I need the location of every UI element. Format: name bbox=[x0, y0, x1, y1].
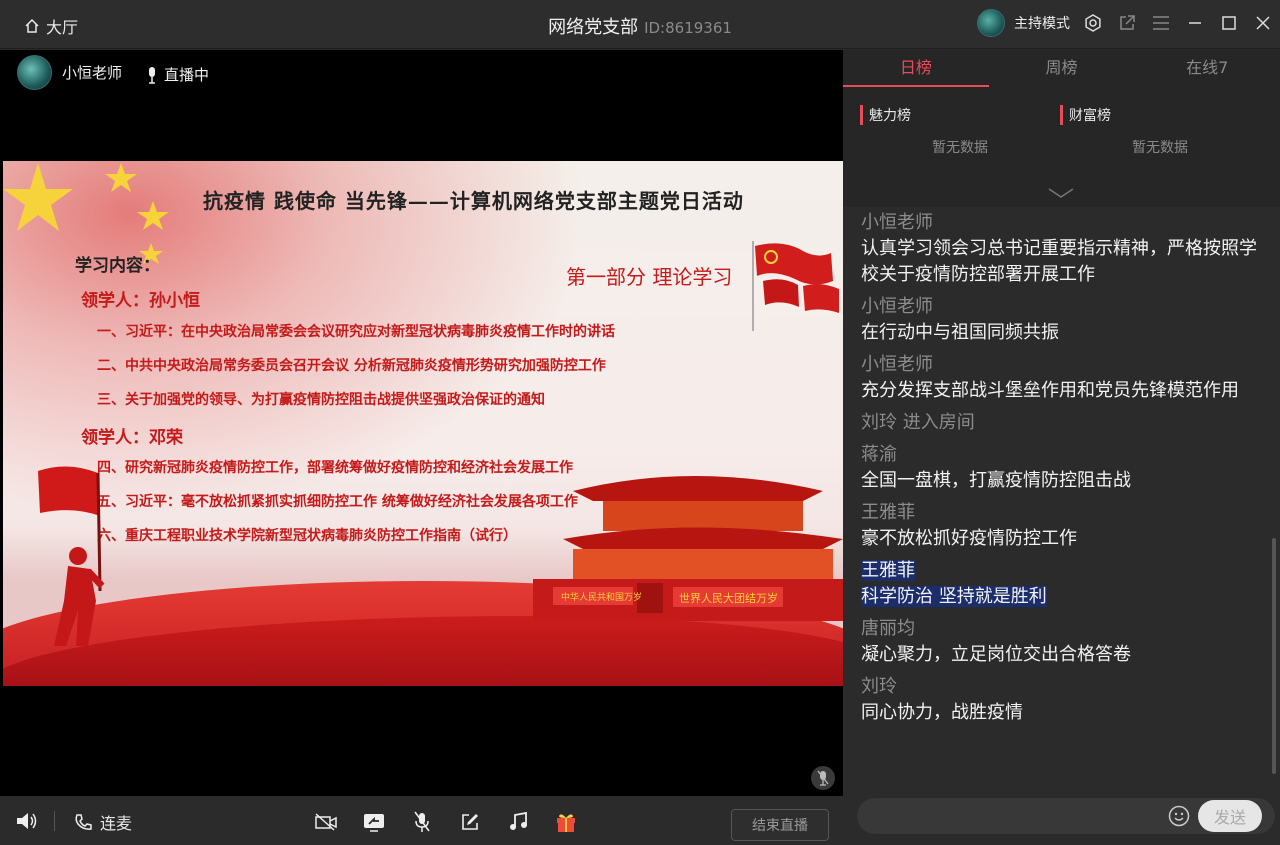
wealth-rank-empty: 暂无数据 bbox=[1132, 140, 1188, 156]
slide-item-6: 六、重庆工程职业技术学院新型冠状病毒肺炎防控工作指南（试行） bbox=[97, 528, 517, 544]
study-heading: 学习内容： bbox=[75, 256, 160, 276]
slide-item-5: 五、习近平：毫不放松抓紧抓实抓细防控工作 统筹做好经济社会发展各项工作 bbox=[97, 494, 578, 510]
maximize-icon[interactable] bbox=[1218, 12, 1240, 34]
part-title: 第一部分 理论学习 bbox=[566, 265, 733, 289]
close-icon[interactable] bbox=[1252, 12, 1274, 34]
chat-message: 刘玲 同心协力，战胜疫情 bbox=[861, 674, 1261, 726]
presenter-info[interactable]: 小恒老师 bbox=[17, 55, 122, 90]
lianmai-label: 连麦 bbox=[100, 814, 133, 833]
party-flags-decoration bbox=[752, 241, 839, 331]
presenter-avatar bbox=[17, 55, 52, 90]
live-status-label: 直播中 bbox=[164, 66, 210, 84]
host-mode-indicator[interactable]: 主持模式 bbox=[977, 9, 1070, 37]
flag-bearer-figure bbox=[38, 466, 105, 646]
chat-username: 王雅菲 bbox=[861, 502, 915, 523]
tab-weekly[interactable]: 周榜 bbox=[989, 50, 1135, 87]
live-status: 直播中 bbox=[146, 64, 209, 85]
microphone-icon bbox=[149, 66, 155, 84]
chat-message-selected: 王雅菲 科学防治 坚持就是胜利 bbox=[861, 558, 1261, 610]
right-panel: 日榜 周榜 在线7 魅力榜 暂无数据 财富榜 暂无数据 小恒老师 认真学习领会习… bbox=[843, 50, 1280, 845]
emoji-icon[interactable] bbox=[1168, 805, 1190, 827]
bottom-toolbar: 连麦 结束直播 bbox=[0, 797, 843, 845]
chat-event: 刘玲 进入房间 bbox=[861, 412, 975, 433]
chat-scrollbar[interactable] bbox=[1272, 538, 1276, 774]
charm-rank: 魅力榜 暂无数据 bbox=[860, 105, 1060, 157]
wealth-rank-label: 财富榜 bbox=[1069, 108, 1111, 124]
chat-text: 科学防治 坚持就是胜利 bbox=[861, 586, 1047, 607]
slide-item-3: 三、关于加强党的领导、为打赢疫情防控阻击战提供坚强政治保证的通知 bbox=[97, 392, 545, 408]
charm-rank-empty: 暂无数据 bbox=[932, 140, 988, 156]
phone-icon bbox=[75, 814, 92, 830]
lianmai-button[interactable]: 连麦 bbox=[74, 810, 132, 834]
menu-icon[interactable] bbox=[1150, 12, 1172, 34]
microphone-off-icon[interactable] bbox=[410, 810, 434, 834]
slide-item-2: 二、中共中央政治局常务委员会召开会议 分析新冠肺炎疫情形势研究加强防控工作 bbox=[97, 358, 606, 374]
leader-2: 领学人：邓荣 bbox=[81, 428, 183, 448]
chat-text: 认真学习领会习总书记重要指示精神，严格按照学校关于疫情防控部署开展工作 bbox=[861, 238, 1257, 285]
home-icon bbox=[25, 18, 39, 33]
mic-muted-icon[interactable] bbox=[811, 766, 835, 790]
presenter-name: 小恒老师 bbox=[62, 64, 123, 82]
gift-icon[interactable] bbox=[554, 810, 578, 834]
chat-username: 小恒老师 bbox=[861, 296, 933, 317]
rank-tabs: 日榜 周榜 在线7 bbox=[843, 50, 1280, 87]
title-bar: 大厅 网络党支部 ID:8619361 主持模式 bbox=[0, 0, 1280, 49]
chat-username: 王雅菲 bbox=[861, 560, 915, 581]
host-avatar bbox=[977, 9, 1005, 37]
slide-item-1: 一、习近平：在中央政治局常委会会议研究应对新型冠状病毒肺炎疫情工作时的讲话 bbox=[97, 324, 615, 340]
chat-message: 王雅菲 豪不放松抓好疫情防控工作 bbox=[861, 500, 1261, 552]
lobby-button[interactable]: 大厅 bbox=[24, 14, 78, 38]
chat-text: 豪不放松抓好疫情防控工作 bbox=[861, 528, 1077, 549]
presentation-slide: 抗疫情 践使命 当先锋——计算机网络党支部主题党日活动 学习内容： 第一部分 理… bbox=[3, 161, 843, 686]
wealth-rank: 财富榜 暂无数据 bbox=[1060, 105, 1260, 157]
leader-1: 领学人：孙小恒 bbox=[81, 291, 200, 311]
chat-text: 全国一盘棋，打赢疫情防控阻击战 bbox=[861, 470, 1131, 491]
tiananmen-gate-illustration: 中华人民共和国万岁 世界人民大团结万岁 bbox=[533, 476, 843, 621]
chat-username: 唐丽均 bbox=[861, 618, 915, 639]
live-video-area: 小恒老师 直播中 抗疫情 践使命 当先锋——计算机网络党支部主题党日活动 学习内… bbox=[0, 50, 843, 796]
chat-message: 小恒老师 充分发挥支部战斗堡垒作用和党员先锋模范作用 bbox=[861, 352, 1261, 404]
chat-username: 小恒老师 bbox=[861, 212, 933, 233]
minimize-icon[interactable] bbox=[1184, 12, 1206, 34]
chat-username: 蒋渝 bbox=[861, 444, 897, 465]
screen-share-icon[interactable] bbox=[362, 810, 386, 834]
chat-list: 小恒老师 认真学习领会习总书记重要指示精神，严格按照学校关于疫情防控部署开展工作… bbox=[861, 210, 1261, 732]
chat-username: 刘玲 bbox=[861, 676, 897, 697]
tab-online[interactable]: 在线7 bbox=[1134, 50, 1280, 87]
room-name: 网络党支部 bbox=[548, 17, 639, 38]
chat-message: 蒋渝 全国一盘棋，打赢疫情防控阻击战 bbox=[861, 442, 1261, 494]
edit-note-icon[interactable] bbox=[458, 810, 482, 834]
chat-message: 小恒老师 认真学习领会习总书记重要指示精神，严格按照学校关于疫情防控部署开展工作 bbox=[861, 210, 1261, 288]
slide-title: 抗疫情 践使命 当先锋——计算机网络党支部主题党日活动 bbox=[203, 189, 744, 213]
chat-input[interactable]: 发送 bbox=[857, 798, 1275, 834]
chat-text: 凝心聚力，立足岗位交出合格答卷 bbox=[861, 644, 1131, 665]
chat-message: 唐丽均 凝心聚力，立足岗位交出合格答卷 bbox=[861, 616, 1261, 668]
lobby-label: 大厅 bbox=[46, 18, 79, 37]
gate-banner-left: 中华人民共和国万岁 bbox=[561, 591, 642, 603]
camera-off-icon[interactable] bbox=[314, 810, 338, 834]
send-button[interactable]: 发送 bbox=[1198, 800, 1262, 832]
share-out-icon[interactable] bbox=[1116, 12, 1138, 34]
tab-daily[interactable]: 日榜 bbox=[843, 50, 989, 87]
chat-text: 充分发挥支部战斗堡垒作用和党员先锋模范作用 bbox=[861, 380, 1239, 401]
chat-message: 小恒老师 在行动中与祖国同频共振 bbox=[861, 294, 1261, 346]
rank-board: 魅力榜 暂无数据 财富榜 暂无数据 bbox=[843, 87, 1280, 207]
chat-username: 小恒老师 bbox=[861, 354, 933, 375]
chat-text: 在行动中与祖国同频共振 bbox=[861, 322, 1059, 343]
gate-banner-right: 世界人民大团结万岁 bbox=[679, 591, 778, 605]
settings-gear-icon[interactable] bbox=[1082, 12, 1104, 34]
music-icon[interactable] bbox=[506, 810, 530, 834]
end-live-button[interactable]: 结束直播 bbox=[731, 809, 829, 841]
volume-icon[interactable] bbox=[15, 810, 39, 836]
host-mode-label: 主持模式 bbox=[1014, 16, 1070, 32]
slide-item-4: 四、研究新冠肺炎疫情防控工作，部署统筹做好疫情防控和经济社会发展工作 bbox=[97, 460, 573, 476]
room-id: ID:8619361 bbox=[644, 19, 732, 37]
charm-rank-label: 魅力榜 bbox=[869, 108, 911, 124]
chat-text: 同心协力，战胜疫情 bbox=[861, 702, 1023, 723]
chevron-down-icon[interactable] bbox=[1048, 184, 1074, 203]
